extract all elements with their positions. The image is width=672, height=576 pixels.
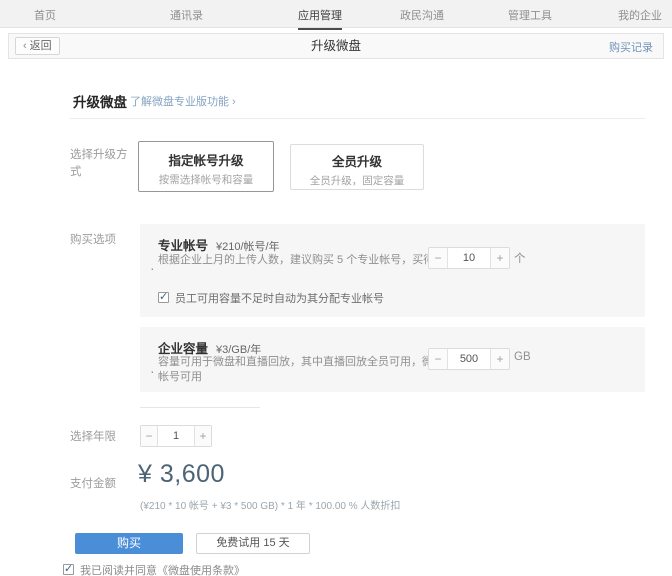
divider	[140, 407, 260, 408]
top-nav: 首页 通讯录 应用管理 政民沟通 管理工具 我的企业	[0, 0, 672, 30]
purchase-records-link[interactable]: 购买记录	[609, 39, 653, 55]
tab-admin-tools[interactable]: 管理工具	[508, 7, 552, 23]
payment-formula: (¥210 * 10 帐号 + ¥3 * 500 GB) * 1 年 * 100…	[140, 501, 401, 512]
auto-assign-row: 员工可用容量不足时自动为其分配专业帐号	[158, 290, 384, 306]
purchase-options-label: 购买选项	[70, 234, 116, 246]
mode-card-subtitle: 按需选择帐号和容量	[158, 174, 254, 186]
mode-card-title: 指定帐号升级	[168, 154, 244, 168]
pro-account-price: ¥210/帐号/年	[216, 241, 280, 253]
tab-communication[interactable]: 政民沟通	[400, 7, 444, 23]
capacity-option-box: 企业容量 ¥3/GB/年 · 容量可用于微盘和直播回放，其中直播回放全员可用，微盘…	[140, 327, 645, 392]
agreement-text: 我已阅读并同意《微盘使用条款》	[80, 565, 245, 576]
free-trial-button[interactable]: 免费试用 15 天	[196, 533, 310, 554]
bullet-dot: ·	[150, 363, 155, 379]
auto-assign-label: 员工可用容量不足时自动为其分配专业帐号	[175, 293, 384, 305]
pro-account-title: 专业帐号 ¥210/帐号/年	[158, 239, 280, 253]
capacity-value[interactable]: 500	[448, 349, 490, 369]
plus-button[interactable]: +	[490, 248, 509, 268]
divider	[70, 118, 645, 119]
upgrade-mode-label: 选择升级方式	[70, 149, 128, 178]
years-label: 选择年限	[70, 431, 116, 443]
minus-button[interactable]: −	[429, 248, 448, 268]
mode-card-subtitle: 全员升级，固定容量	[309, 175, 405, 187]
plus-button[interactable]: +	[194, 426, 211, 446]
account-count-stepper: − 10 +	[428, 247, 510, 269]
years-value[interactable]: 1	[158, 426, 194, 446]
bullet-dot: ·	[150, 260, 155, 276]
learn-more-link[interactable]: 了解微盘专业版功能 ›	[130, 93, 236, 109]
agreement-row: 我已阅读并同意《微盘使用条款》	[63, 562, 245, 576]
account-unit: 个	[514, 253, 526, 265]
minus-button[interactable]: −	[141, 426, 158, 446]
capacity-unit: GB	[514, 351, 531, 363]
page-header-bar: ‹ 返回 升级微盘 购买记录	[8, 33, 664, 59]
plus-button[interactable]: +	[490, 349, 509, 369]
capacity-stepper: − 500 +	[428, 348, 510, 370]
upgrade-wedrive-page: 首页 通讯录 应用管理 政民沟通 管理工具 我的企业 ‹ 返回 升级微盘 购买记录…	[0, 0, 672, 576]
pro-account-option-box: 专业帐号 ¥210/帐号/年 · 根据企业上月的上传人数，建议购买 5 个专业帐号…	[140, 224, 645, 317]
upgrade-mode-card-everyone[interactable]: 全员升级 全员升级，固定容量	[290, 144, 424, 190]
minus-button[interactable]: −	[429, 349, 448, 369]
section-title: 升级微盘	[73, 95, 127, 110]
upgrade-mode-card-specified[interactable]: 指定帐号升级 按需选择帐号和容量	[138, 141, 274, 192]
tab-app-management[interactable]: 应用管理	[298, 7, 342, 30]
page-title: 升级微盘	[310, 39, 361, 53]
buy-button[interactable]: 购买	[75, 533, 183, 554]
tab-my-company[interactable]: 我的企业	[618, 7, 662, 23]
mode-card-title: 全员升级	[331, 155, 382, 169]
auto-assign-checkbox[interactable]	[158, 290, 169, 303]
account-count-value[interactable]: 10	[448, 248, 490, 268]
agreement-checkbox[interactable]	[63, 562, 74, 575]
payment-amount: ¥ 3,600	[138, 460, 225, 488]
tab-contacts[interactable]: 通讯录	[170, 7, 203, 23]
payment-label: 支付金额	[70, 478, 116, 490]
years-stepper: − 1 +	[140, 425, 212, 447]
tab-home[interactable]: 首页	[34, 7, 56, 23]
